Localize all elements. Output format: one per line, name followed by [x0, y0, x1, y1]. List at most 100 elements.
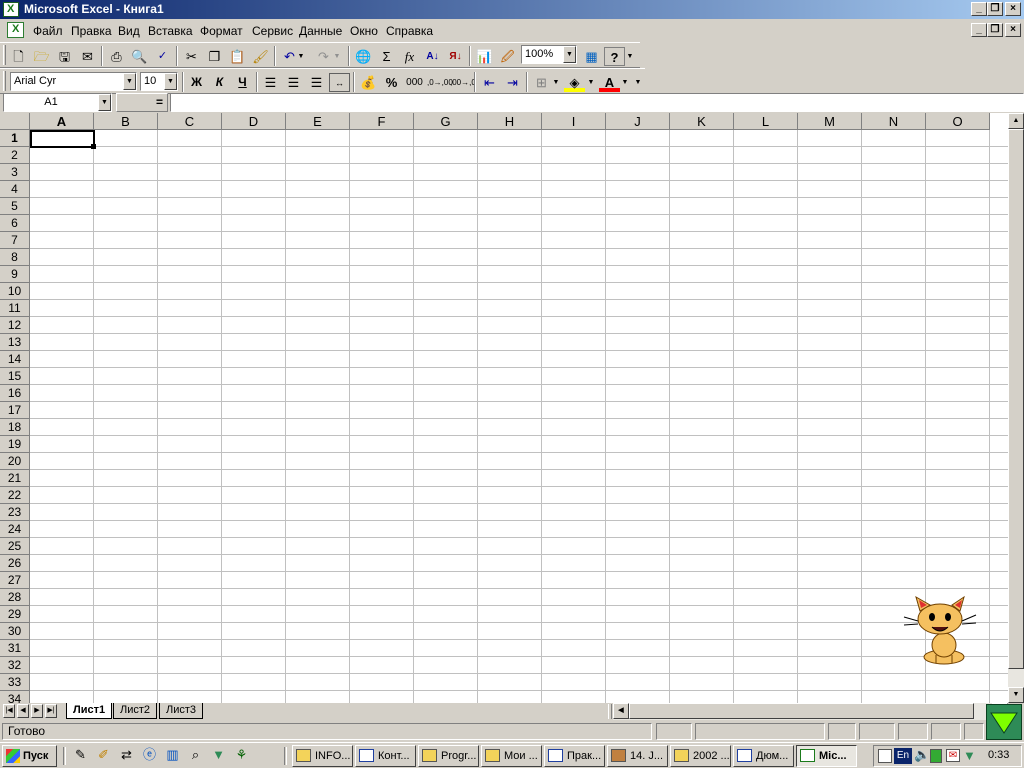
vertical-scrollbar[interactable]: ▲ ▼ — [1008, 113, 1024, 703]
doc-restore-button[interactable]: ❐ — [987, 23, 1003, 37]
menu-format[interactable]: Формат — [200, 24, 243, 38]
email-icon[interactable]: ✉ — [77, 47, 98, 66]
underline-button[interactable]: Ч — [232, 73, 253, 92]
sort-descending-icon[interactable]: Я↓ — [445, 47, 466, 66]
save-icon[interactable]: 🖫 — [54, 47, 75, 66]
paste-icon[interactable]: 📋 — [227, 47, 248, 66]
undo-dropdown-icon[interactable]: ▼ — [296, 47, 306, 66]
task-button-8[interactable]: Дюм... — [733, 745, 794, 767]
office-assistant-cat[interactable] — [902, 595, 978, 667]
task-button-1[interactable]: INFO... — [292, 745, 353, 767]
merge-center-icon[interactable]: ↔ — [329, 73, 350, 92]
sheet-tab-2[interactable]: Лист2 — [113, 703, 158, 719]
print-icon[interactable]: ⎙ — [106, 47, 127, 66]
minimize-button[interactable]: _ — [971, 2, 987, 16]
menu-tools[interactable]: Сервис — [252, 24, 293, 38]
prev-sheet-icon[interactable]: ◀ — [17, 704, 29, 718]
row-header-18[interactable]: 18 — [0, 419, 30, 436]
name-box[interactable]: A1 ▼ — [3, 93, 112, 112]
doc-close-button[interactable]: × — [1005, 23, 1021, 37]
font-color-dropdown-icon[interactable]: ▼ — [620, 73, 630, 92]
function-icon[interactable]: fx — [399, 47, 420, 66]
excel-app-icon[interactable] — [3, 2, 19, 17]
next-sheet-icon[interactable]: ▶ — [31, 704, 43, 718]
scroll-left-icon[interactable]: ◀ — [613, 703, 629, 719]
task-button-2[interactable]: Конт... — [355, 745, 416, 767]
formula-input[interactable] — [170, 93, 1024, 112]
open-folder-icon[interactable]: 🗁 — [31, 47, 52, 66]
toolbar-options-icon[interactable]: ▼ — [633, 73, 643, 92]
drawing-icon[interactable]: 🖉 — [497, 47, 518, 66]
chevron-down-icon[interactable]: ▼ — [98, 94, 111, 111]
checkmark-app-icon[interactable] — [986, 704, 1022, 740]
task-button-4[interactable]: Мои ... — [481, 745, 542, 767]
column-header-i[interactable]: I — [542, 113, 606, 130]
row-header-12[interactable]: 12 — [0, 317, 30, 334]
chevron-down-icon[interactable]: ▼ — [563, 46, 576, 63]
column-header-h[interactable]: H — [478, 113, 542, 130]
row-header-24[interactable]: 24 — [0, 521, 30, 538]
row-header-13[interactable]: 13 — [0, 334, 30, 351]
quicklaunch-tool-icon[interactable]: ✐ — [93, 745, 114, 764]
row-header-27[interactable]: 27 — [0, 572, 30, 589]
task-button-5[interactable]: Прак... — [544, 745, 605, 767]
fill-color-icon[interactable]: ◈ — [564, 73, 585, 92]
row-header-16[interactable]: 16 — [0, 385, 30, 402]
format-painter-icon[interactable]: 🖌 — [250, 47, 271, 66]
increase-indent-icon[interactable]: ⇥ — [502, 73, 523, 92]
language-indicator[interactable]: En — [894, 748, 912, 764]
redo-dropdown-icon[interactable]: ▼ — [332, 47, 342, 66]
select-all-corner[interactable] — [0, 113, 30, 130]
row-header-29[interactable]: 29 — [0, 606, 30, 623]
row-header-23[interactable]: 23 — [0, 504, 30, 521]
column-header-l[interactable]: L — [734, 113, 798, 130]
chevron-down-icon[interactable]: ▼ — [123, 73, 136, 90]
restore-button[interactable]: ❐ — [987, 2, 1003, 16]
toolbar-grip[interactable] — [3, 45, 6, 65]
tray-volume-icon[interactable]: 🔈 — [914, 747, 930, 763]
borders-icon[interactable]: ⊞ — [531, 73, 552, 92]
row-header-5[interactable]: 5 — [0, 198, 30, 215]
row-header-22[interactable]: 22 — [0, 487, 30, 504]
menu-file[interactable]: Файл — [33, 24, 63, 38]
column-header-f[interactable]: F — [350, 113, 414, 130]
row-header-26[interactable]: 26 — [0, 555, 30, 572]
fill-color-dropdown-icon[interactable]: ▼ — [586, 73, 596, 92]
quicklaunch-check-icon[interactable]: ▼ — [208, 745, 229, 764]
quicklaunch-tree-icon[interactable]: ⚘ — [231, 745, 252, 764]
vertical-scroll-thumb[interactable] — [1008, 129, 1024, 669]
office-assistant-icon[interactable]: ▦ — [581, 47, 602, 66]
task-button-6[interactable]: 14. J... — [607, 745, 668, 767]
hyperlink-icon[interactable]: 🌐 — [353, 47, 374, 66]
column-header-c[interactable]: C — [158, 113, 222, 130]
toolbar-options-icon[interactable]: ▼ — [625, 47, 635, 66]
row-header-15[interactable]: 15 — [0, 368, 30, 385]
horizontal-scrollbar[interactable]: ◀ ▶ — [613, 703, 1008, 720]
decrease-decimal-button[interactable]: ,00→,0 — [450, 73, 476, 92]
quicklaunch-edit-icon[interactable]: ✎ — [70, 745, 91, 764]
new-document-icon[interactable]: 🗋 — [8, 47, 29, 66]
italic-button[interactable]: К — [209, 73, 230, 92]
row-header-14[interactable]: 14 — [0, 351, 30, 368]
redo-icon[interactable]: ↷ — [313, 47, 334, 66]
row-header-25[interactable]: 25 — [0, 538, 30, 555]
quicklaunch-search-icon[interactable]: ⌕ — [185, 745, 206, 764]
task-button-9[interactable]: Mic... — [796, 745, 857, 767]
increase-decimal-button[interactable]: ,0→,00 — [427, 73, 453, 92]
last-sheet-icon[interactable]: ▶| — [45, 704, 57, 718]
row-header-21[interactable]: 21 — [0, 470, 30, 487]
row-header-33[interactable]: 33 — [0, 674, 30, 691]
scroll-up-icon[interactable]: ▲ — [1008, 113, 1024, 129]
menu-help[interactable]: Справка — [386, 24, 433, 38]
column-header-k[interactable]: K — [670, 113, 734, 130]
column-header-b[interactable]: B — [94, 113, 158, 130]
font-size-select[interactable]: 10 ▼ — [140, 72, 178, 91]
column-header-g[interactable]: G — [414, 113, 478, 130]
font-color-icon[interactable]: A — [599, 73, 620, 92]
tray-network-icon[interactable] — [878, 749, 892, 763]
menu-window[interactable]: Окно — [350, 24, 378, 38]
chevron-down-icon[interactable]: ▼ — [164, 73, 177, 90]
column-header-j[interactable]: J — [606, 113, 670, 130]
row-header-20[interactable]: 20 — [0, 453, 30, 470]
row-header-30[interactable]: 30 — [0, 623, 30, 640]
